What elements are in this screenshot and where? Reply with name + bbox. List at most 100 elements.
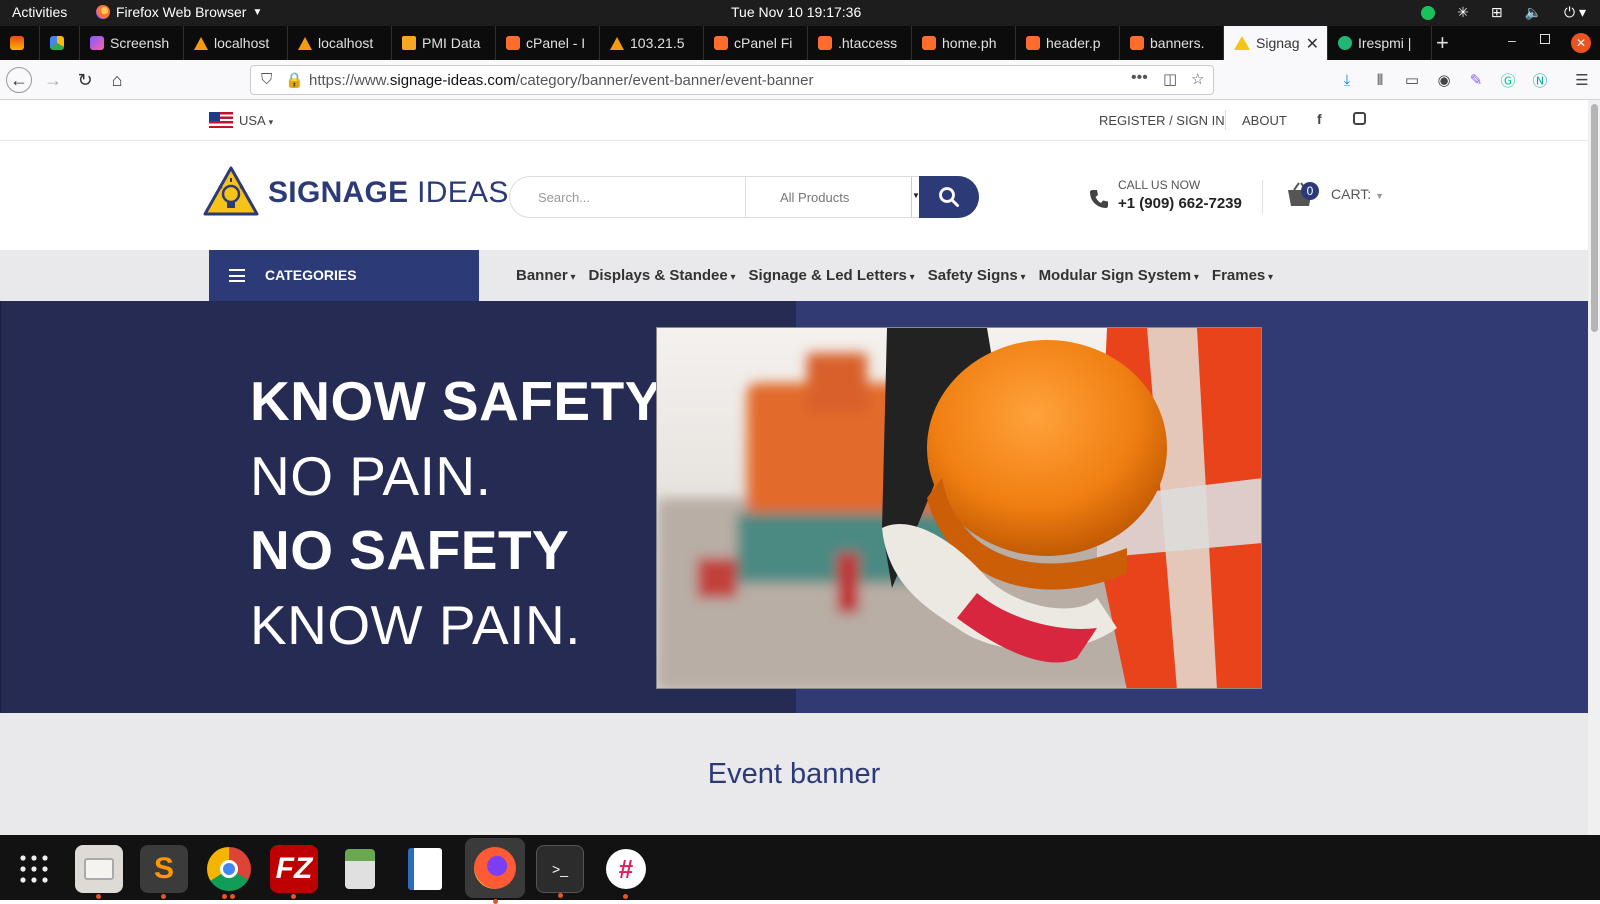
scrollbar-thumb[interactable] bbox=[1591, 104, 1598, 332]
cpanel-icon bbox=[506, 36, 520, 50]
hero-line-1: KNOW SAFETY bbox=[250, 370, 662, 432]
forward-button[interactable]: → bbox=[40, 67, 66, 93]
tab-ip[interactable]: 103.21.5 bbox=[600, 26, 704, 60]
menu-hamburger-icon[interactable]: ☰ bbox=[1572, 70, 1592, 90]
firefox-app[interactable] bbox=[465, 838, 525, 904]
menu-item-frames[interactable]: Frames bbox=[1212, 267, 1273, 284]
chrome-icon bbox=[207, 847, 251, 891]
restore-button[interactable] bbox=[1540, 34, 1550, 44]
account-icon[interactable]: ◉ bbox=[1434, 70, 1454, 90]
tab-header[interactable]: header.p bbox=[1016, 26, 1120, 60]
search-button[interactable] bbox=[919, 176, 979, 218]
main-menu: Banner Displays & Standee Signage & Led … bbox=[516, 267, 1273, 284]
extension-pen-icon[interactable]: ✎ bbox=[1466, 70, 1486, 90]
shield-icon[interactable]: ⛉ bbox=[261, 71, 272, 88]
library-icon[interactable]: ⫴ bbox=[1370, 70, 1390, 90]
page-title: Event banner bbox=[707, 758, 881, 790]
tab-pinned-app[interactable] bbox=[0, 26, 40, 60]
about-link[interactable]: ABOUT bbox=[1242, 113, 1287, 128]
cpanel-icon bbox=[714, 36, 728, 50]
bookmark-star-icon[interactable]: ☆ bbox=[1191, 70, 1204, 88]
grammarly-icon[interactable]: Ⓖ bbox=[1498, 70, 1518, 90]
new-tab-button[interactable]: + bbox=[1436, 30, 1449, 56]
chevron-down-icon: ▾ bbox=[268, 117, 274, 127]
power-icon[interactable]: ⏻ ▾ bbox=[1564, 4, 1586, 21]
browser-nav-bar: ← → ↻ ⌂ ⛉ 🔒 https://www.signage-ideas.co… bbox=[0, 60, 1600, 100]
search-input[interactable]: Search... bbox=[538, 190, 590, 205]
lock-icon[interactable]: 🔒 bbox=[285, 71, 304, 89]
search-icon bbox=[939, 187, 959, 207]
pocket-icon[interactable]: ◫ bbox=[1163, 70, 1177, 88]
tab-cpanel[interactable]: cPanel - I bbox=[496, 26, 600, 60]
volume-icon[interactable]: 🔈 bbox=[1525, 4, 1542, 21]
tab-signage-active[interactable]: Signag ✕ bbox=[1224, 26, 1328, 60]
url-bar[interactable]: ⛉ 🔒 https://www.signage-ideas.com/catego… bbox=[250, 65, 1214, 95]
facebook-icon[interactable]: f bbox=[1317, 111, 1322, 127]
tab-pinned-drive[interactable] bbox=[40, 26, 80, 60]
menu-item-displays[interactable]: Displays & Standee bbox=[589, 267, 736, 284]
page-actions-icon[interactable]: ••• bbox=[1131, 69, 1148, 87]
filezilla-app[interactable]: FZ bbox=[270, 845, 318, 899]
browser-tab-strip: Screensh localhost localhost PMI Data cP… bbox=[0, 26, 1600, 60]
instagram-icon[interactable] bbox=[1353, 112, 1366, 125]
sublime-text-app[interactable]: S bbox=[140, 845, 188, 899]
menu-item-signage[interactable]: Signage & Led Letters bbox=[749, 267, 915, 284]
country-selector[interactable]: USA ▾ bbox=[239, 113, 273, 128]
back-button[interactable]: ← bbox=[6, 67, 32, 93]
site-icon bbox=[1338, 36, 1352, 50]
chevron-down-icon[interactable]: ▼ bbox=[911, 177, 920, 217]
tab-banners[interactable]: banners. bbox=[1120, 26, 1224, 60]
menu-item-banner[interactable]: Banner bbox=[516, 267, 576, 284]
extension-n-icon[interactable]: Ⓝ bbox=[1530, 70, 1550, 90]
register-link[interactable]: REGISTER / SIGN IN bbox=[1099, 113, 1225, 128]
utility-bar: USA ▾ REGISTER / SIGN IN ABOUT f bbox=[0, 100, 1588, 141]
tab-screenshot[interactable]: Screensh bbox=[80, 26, 184, 60]
tab-cpanel-files[interactable]: cPanel Fi bbox=[704, 26, 808, 60]
network-icon[interactable]: ⊞ bbox=[1491, 4, 1503, 21]
chrome-app[interactable] bbox=[205, 845, 253, 899]
screenshot-icon bbox=[90, 36, 104, 50]
categories-button[interactable]: CATEGORIES bbox=[209, 250, 479, 301]
tab-localhost-2[interactable]: localhost bbox=[288, 26, 392, 60]
clock[interactable]: Tue Nov 10 19:17:36 bbox=[731, 4, 861, 20]
tab-home[interactable]: home.ph bbox=[912, 26, 1016, 60]
category-select[interactable]: All Products bbox=[780, 190, 849, 205]
chevron-down-icon: ▼ bbox=[252, 6, 263, 18]
lightbulb-logo-icon[interactable] bbox=[203, 166, 259, 216]
hamburger-icon bbox=[229, 269, 245, 282]
tab-irespmi[interactable]: Irespmi | bbox=[1328, 26, 1432, 60]
files-app[interactable] bbox=[75, 845, 123, 899]
terminal-app[interactable]: >_ bbox=[536, 845, 584, 898]
reload-button[interactable]: ↻ bbox=[72, 67, 98, 93]
app-menu[interactable]: Firefox Web Browser ▼ bbox=[96, 4, 262, 20]
sidebar-icon[interactable]: ▭ bbox=[1402, 70, 1422, 90]
status-dot-icon[interactable] bbox=[1421, 5, 1436, 20]
main-menu-bar: CATEGORIES Banner Displays & Standee Sig… bbox=[0, 250, 1588, 301]
system-tray[interactable]: ✳ ⊞ 🔈 ⏻ ▾ bbox=[1421, 4, 1586, 21]
page-scrollbar[interactable] bbox=[1588, 100, 1600, 835]
minimize-button[interactable]: – bbox=[1508, 32, 1516, 48]
show-apps-button[interactable] bbox=[10, 845, 58, 893]
site-logo[interactable]: SIGNAGE IDEAS bbox=[268, 176, 509, 210]
phone-number[interactable]: +1 (909) 662-7239 bbox=[1118, 195, 1242, 212]
menu-item-modular[interactable]: Modular Sign System bbox=[1039, 267, 1199, 284]
slack-tray-icon[interactable]: ✳ bbox=[1457, 4, 1469, 21]
writer-app[interactable] bbox=[401, 845, 449, 893]
calculator-app[interactable] bbox=[336, 845, 384, 893]
activities-button[interactable]: Activities bbox=[12, 4, 67, 20]
menu-item-safety-signs[interactable]: Safety Signs bbox=[928, 267, 1026, 284]
sublime-icon: S bbox=[153, 852, 174, 885]
app-icon bbox=[10, 36, 24, 50]
tab-pmi-data[interactable]: PMI Data bbox=[392, 26, 496, 60]
home-button[interactable]: ⌂ bbox=[104, 67, 130, 93]
close-window-button[interactable]: ✕ bbox=[1571, 33, 1591, 53]
tab-localhost-1[interactable]: localhost bbox=[184, 26, 288, 60]
download-icon[interactable]: ⤓ bbox=[1337, 70, 1357, 90]
cpanel-icon bbox=[922, 36, 936, 50]
url-text[interactable]: https://www.signage-ideas.com/category/b… bbox=[309, 72, 813, 89]
slack-app[interactable]: # bbox=[602, 845, 650, 899]
cart-label: CART: ▼ bbox=[1331, 186, 1385, 202]
close-tab-icon[interactable]: ✕ bbox=[1306, 34, 1319, 54]
hero-line-3: NO SAFETY bbox=[250, 519, 570, 581]
tab-htaccess[interactable]: .htaccess bbox=[808, 26, 912, 60]
